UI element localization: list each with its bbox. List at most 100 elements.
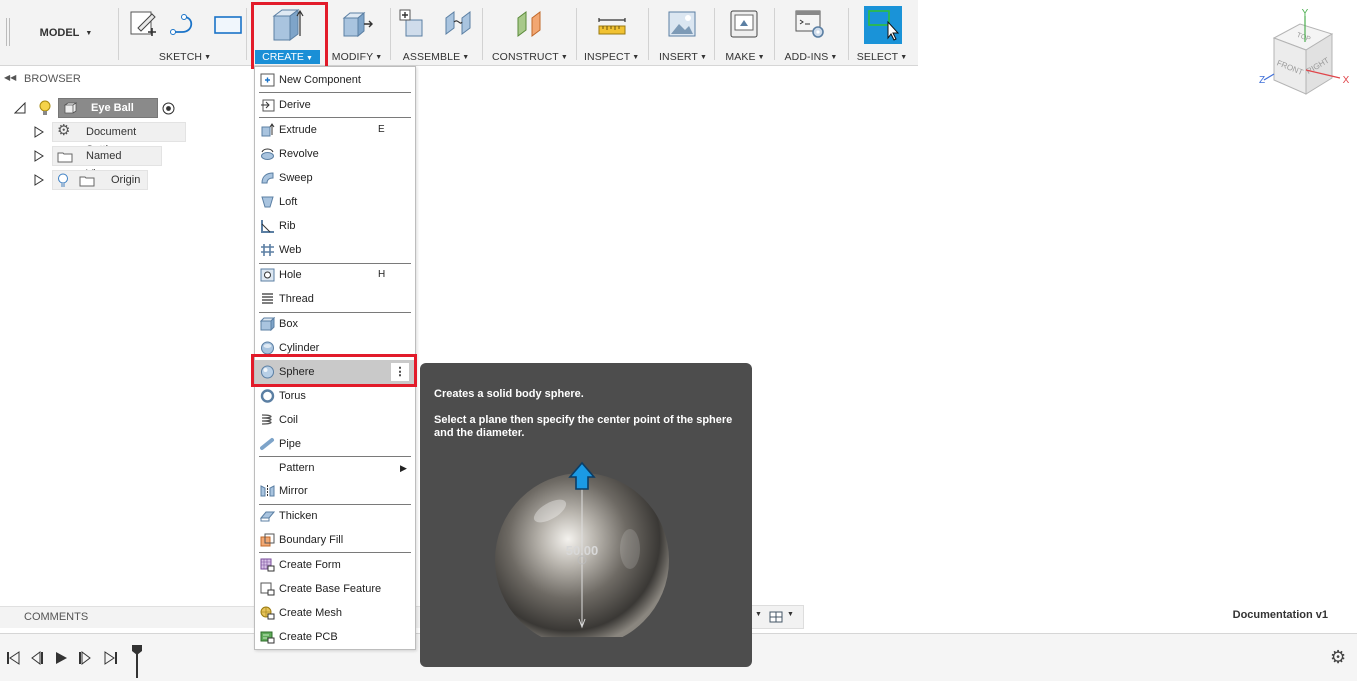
named-views-chip[interactable]: Named Views (52, 146, 162, 180)
tooltip-body: Select a plane then specify the center p… (434, 414, 733, 439)
activate-radio-icon[interactable] (162, 102, 175, 115)
insert-image-icon[interactable] (666, 8, 698, 40)
expand-arrow-icon[interactable] (34, 126, 44, 138)
browser-root-row[interactable]: Eye Ball v1 (0, 98, 250, 132)
display-settings-bar[interactable]: ▼ ▼ (748, 605, 804, 629)
3d-print-icon[interactable] (728, 8, 760, 40)
create-sketch-icon[interactable] (128, 8, 160, 40)
menu-item-sweep[interactable]: Sweep (255, 166, 415, 190)
create-pcb-icon (260, 631, 275, 644)
menu-item-boundary-fill[interactable]: Boundary Fill (255, 528, 415, 552)
origin-chip[interactable]: Origin (52, 170, 148, 190)
folder-icon (57, 152, 73, 163)
select-group-label[interactable]: SELECT ▼ (854, 51, 910, 63)
menu-item-mirror[interactable]: Mirror (255, 479, 415, 503)
menu-item-create-form[interactable]: Create Form (255, 553, 415, 577)
measure-icon[interactable] (596, 8, 628, 40)
modify-group-label[interactable]: MODIFY ▼ (330, 51, 384, 63)
thread-icon (262, 293, 273, 304)
menu-item-loft[interactable]: Loft (255, 190, 415, 214)
chevron-down-icon: ▼ (85, 29, 93, 37)
expand-triangle-icon[interactable] (14, 102, 26, 114)
menu-item-rib[interactable]: Rib (255, 214, 415, 238)
comments-label: COMMENTS (24, 611, 89, 623)
create-highlight-box (251, 2, 328, 69)
menu-item-create-mesh[interactable]: Create Mesh (255, 601, 415, 625)
browser-item-origin[interactable]: Origin (0, 170, 250, 190)
gear-icon: ⚙ (57, 122, 71, 139)
menu-item-web[interactable]: Web (255, 238, 415, 262)
assemble-group-label[interactable]: ASSEMBLE ▼ (400, 51, 472, 63)
sphere-highlight-box (251, 354, 417, 387)
visibility-bulb-icon[interactable] (38, 100, 52, 116)
menu-item-pattern[interactable]: Pattern ▶ (255, 456, 415, 480)
menu-item-coil[interactable]: Coil (255, 408, 415, 432)
web-icon (261, 244, 274, 256)
workspace-switcher[interactable]: MODEL ▼ (16, 0, 116, 66)
play-icon[interactable] (54, 651, 68, 665)
menu-item-torus[interactable]: Torus (255, 384, 415, 408)
chevron-down-icon[interactable]: ▼ (755, 611, 762, 618)
rectangle-tool-icon[interactable] (212, 8, 244, 40)
sketch-group-label[interactable]: SKETCH ▼ (148, 51, 222, 63)
sphere-preview-image: 50.00 (495, 461, 669, 637)
insert-group-label[interactable]: INSERT ▼ (658, 51, 708, 63)
hole-icon (260, 268, 275, 282)
derive-icon (261, 99, 275, 112)
box-icon (260, 317, 275, 331)
viewcube[interactable]: TOP FRONT RIGHT Y X Z (1258, 8, 1350, 100)
menu-item-thicken[interactable]: Thicken (255, 504, 415, 528)
browser-item-named-views[interactable]: Named Views (0, 146, 250, 180)
browser-item-document-settings[interactable]: ⚙ Document Settings (0, 122, 250, 156)
line-tool-icon[interactable] (168, 8, 200, 40)
inspect-group-label[interactable]: INSPECT ▼ (584, 51, 639, 63)
pipe-icon (260, 438, 274, 450)
visibility-bulb-off-icon[interactable] (57, 173, 69, 188)
document-name: Documentation v1 (1232, 609, 1328, 621)
document-settings-chip[interactable]: ⚙ Document Settings (52, 122, 186, 156)
toolbar-grip[interactable] (6, 18, 10, 46)
thicken-icon (260, 511, 275, 522)
menu-item-box[interactable]: Box (255, 312, 415, 336)
menu-item-extrude[interactable]: Extrude E (255, 118, 415, 142)
menu-item-create-pcb[interactable]: Create PCB (255, 625, 415, 649)
press-pull-icon[interactable] (340, 8, 374, 40)
component-icon (63, 102, 77, 114)
expand-arrow-icon[interactable] (34, 150, 44, 162)
go-to-start-icon[interactable] (6, 651, 20, 665)
browser-root-label[interactable]: Eye Ball v1 (58, 98, 158, 132)
diameter-dimension-label: 50.00 (566, 543, 599, 558)
step-back-icon[interactable] (30, 651, 44, 665)
grid-icon[interactable] (769, 611, 783, 623)
step-forward-icon[interactable] (78, 651, 92, 665)
browser-header[interactable]: ◀◀ BROWSER (0, 71, 250, 89)
cylinder-icon (261, 341, 274, 355)
tooltip-title: Creates a solid body sphere. (434, 388, 584, 400)
new-component-icon[interactable] (398, 8, 430, 40)
new-component-icon (260, 73, 275, 87)
menu-item-hole[interactable]: Hole H (255, 263, 415, 287)
joint-icon[interactable] (442, 8, 474, 40)
axis-z-label: Z (1259, 75, 1265, 86)
chevron-down-icon[interactable]: ▼ (787, 611, 794, 618)
addins-group-label[interactable]: ADD-INS ▼ (782, 51, 840, 63)
sphere-tooltip: Creates a solid body sphere. Select a pl… (420, 363, 752, 667)
torus-icon (260, 389, 275, 403)
timeline-settings-gear-icon[interactable]: ⚙ (1330, 647, 1346, 668)
menu-item-pipe[interactable]: Pipe (255, 432, 415, 456)
scripts-addins-icon[interactable] (794, 8, 826, 40)
menu-item-revolve[interactable]: Revolve (255, 142, 415, 166)
offset-plane-icon[interactable] (514, 8, 546, 40)
loft-icon (261, 196, 274, 208)
menu-item-thread[interactable]: Thread (255, 287, 415, 311)
menu-item-derive[interactable]: Derive (255, 93, 415, 117)
go-to-end-icon[interactable] (104, 651, 118, 665)
make-group-label[interactable]: MAKE ▼ (722, 51, 768, 63)
collapse-browser-icon[interactable]: ◀◀ (4, 73, 16, 82)
menu-item-new-component[interactable]: New Component (255, 68, 415, 92)
construct-group-label[interactable]: CONSTRUCT ▼ (492, 51, 568, 63)
timeline-marker[interactable] (130, 644, 144, 678)
select-button[interactable] (864, 6, 902, 44)
expand-arrow-icon[interactable] (34, 174, 44, 186)
menu-item-create-base-feature[interactable]: Create Base Feature (255, 577, 415, 601)
